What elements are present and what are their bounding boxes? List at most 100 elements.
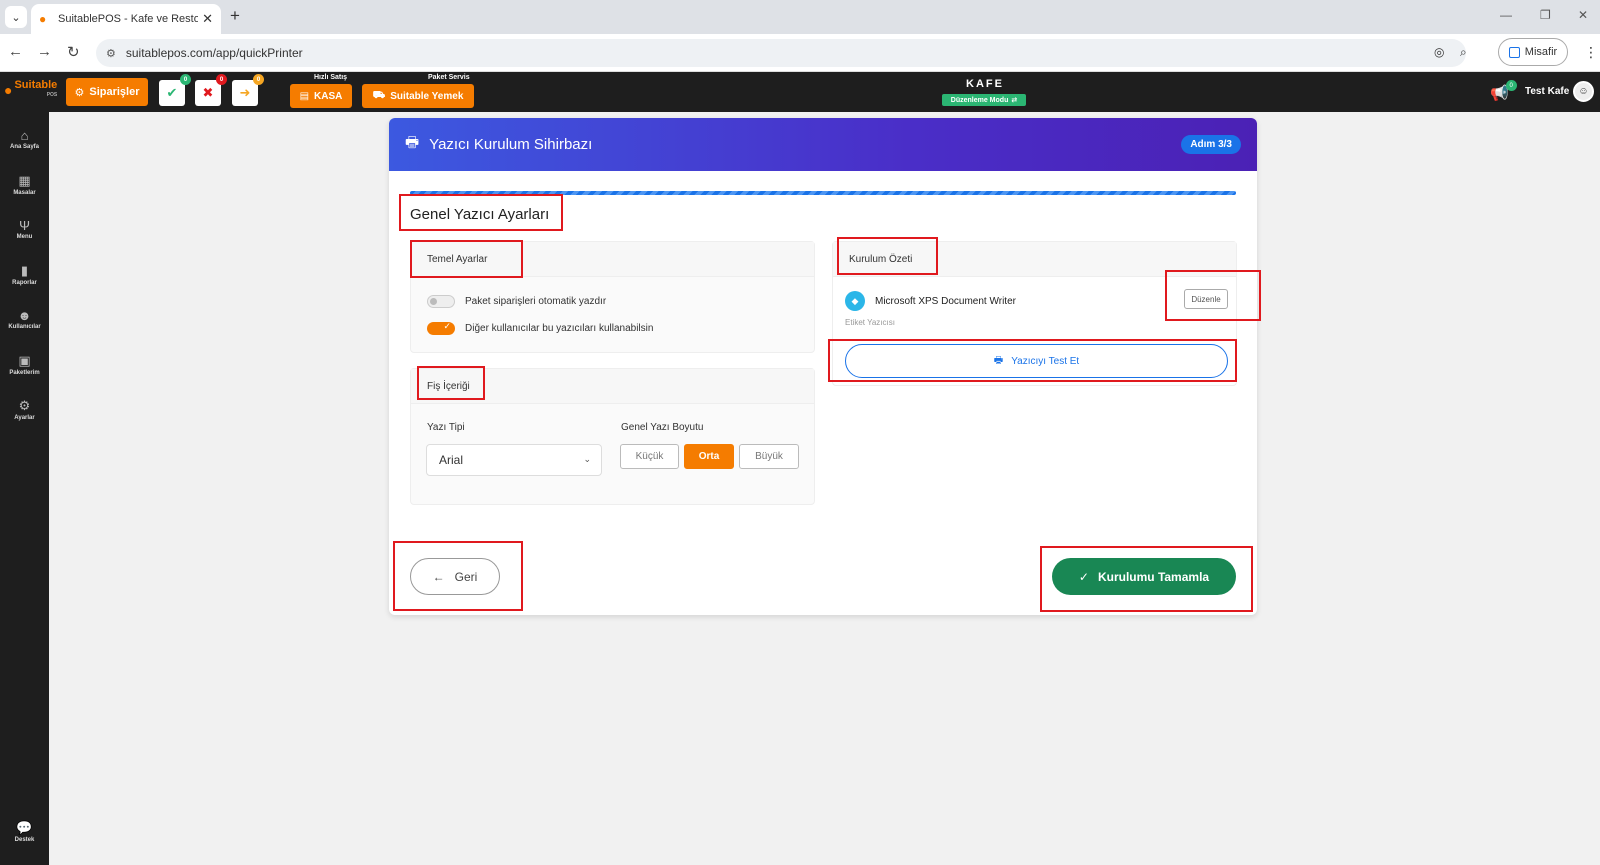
summary-printer-row: ◆ Microsoft XPS Document Writer — [845, 291, 1016, 311]
font-size-label: Genel Yazı Boyutu — [621, 422, 704, 433]
finish-setup-button[interactable]: ✓ Kurulumu Tamamla — [1052, 558, 1236, 595]
tab-title: SuitablePOS - Kafe ve Restoran — [58, 13, 198, 25]
suitable-yemek-button[interactable]: ⛟ Suitable Yemek — [362, 84, 474, 108]
shared-printers-label: Diğer kullanıcılar bu yazıcıları kullana… — [465, 323, 654, 334]
chevron-down-icon: ⌄ — [583, 454, 591, 464]
test-printer-button[interactable]: 🖶 Yazıcıyı Test Et — [845, 344, 1228, 378]
setup-summary-panel: Kurulum Özeti ◆ Microsoft XPS Document W… — [832, 241, 1237, 386]
announcements-button[interactable]: 📢 0 — [1490, 80, 1517, 102]
sidebar-item-label: Paketlerim — [9, 370, 40, 376]
sidebar-item-support[interactable]: 💬 Destek — [0, 820, 49, 843]
rejected-count-badge: 0 — [216, 74, 227, 85]
sidebar-item-label: Raporlar — [12, 280, 37, 286]
chevron-down-icon: ⌄ — [11, 11, 21, 24]
suitable-yemek-label: Suitable Yemek — [390, 90, 464, 102]
sidebar-item-settings[interactable]: ⚙ Ayarlar — [0, 398, 49, 421]
printer-type: Etiket Yazıcısı — [845, 318, 895, 327]
kasa-button[interactable]: ▤ KASA — [290, 84, 352, 108]
eye-off-icon[interactable]: ◎ — [1434, 45, 1444, 59]
user-name[interactable]: Test Kafe — [1525, 86, 1569, 97]
gift-icon: ▣ — [18, 353, 31, 368]
chat-icon: 💬 — [16, 820, 33, 835]
edit-button[interactable]: Düzenle — [1184, 289, 1228, 309]
browser-menu-icon[interactable]: ⋮ — [1584, 44, 1598, 61]
venue-title: KAFE — [966, 78, 1004, 90]
basic-settings-panel: Temel Ayarlar Paket siparişleri otomatik… — [410, 241, 815, 353]
reload-icon[interactable]: ↻ — [67, 43, 80, 61]
font-type-label: Yazı Tipi — [427, 422, 465, 433]
notify-count-badge: 0 — [1505, 80, 1517, 91]
check-icon: ✓ — [443, 321, 451, 331]
profile-button[interactable]: Misafir — [1498, 38, 1568, 66]
report-icon: ▮ — [20, 263, 29, 278]
browser-tab[interactable]: ● SuitablePOS - Kafe ve Restoran ✕ — [31, 4, 221, 34]
site-settings-icon[interactable]: ⚙ — [106, 47, 116, 60]
receipt-content-title: Fiş İçeriği — [411, 369, 814, 404]
x-icon: ✖ — [202, 85, 214, 100]
sidebar-item-users[interactable]: ☻ Kullanıcılar — [0, 308, 49, 330]
sidebar-item-label: Masalar — [13, 190, 36, 196]
auto-print-label: Paket siparişleri otomatik yazdır — [465, 296, 607, 307]
section-title: Genel Yazıcı Ayarları — [410, 206, 550, 223]
wizard-header: 🖶 Yazıcı Kurulum Sihirbazı Adım 3/3 — [389, 118, 1257, 171]
size-large-button[interactable]: Büyük — [739, 444, 799, 469]
avatar[interactable]: ☺ — [1573, 81, 1594, 102]
package-service-label: Paket Servis — [428, 74, 470, 81]
test-printer-label: Yazıcıyı Test Et — [1011, 355, 1080, 367]
profile-icon — [1508, 46, 1520, 58]
cogs-icon: ⚙ — [18, 398, 31, 413]
restore-icon[interactable]: ❐ — [1540, 8, 1551, 22]
forwarded-orders-button[interactable]: ➜ 0 — [232, 74, 264, 106]
font-type-select[interactable]: Arial ⌄ — [426, 444, 602, 476]
rejected-orders-button[interactable]: ✖ 0 — [195, 74, 227, 106]
sidebar-item-label: Kullanıcılar — [8, 324, 41, 330]
auto-print-toggle[interactable] — [427, 295, 455, 308]
shared-printers-toggle[interactable]: ✓ — [427, 321, 455, 335]
window-close-icon[interactable]: ✕ — [1578, 8, 1588, 22]
sidebar-item-reports[interactable]: ▮ Raporlar — [0, 263, 49, 286]
tab-search-button[interactable]: ⌄ — [5, 6, 27, 28]
sidebar-item-menu[interactable]: Ψ Menu — [0, 218, 49, 240]
gears-icon: ⚙ — [74, 86, 85, 99]
sidebar-item-packages[interactable]: ▣ Paketlerim — [0, 353, 49, 376]
tag-icon: ◆ — [845, 291, 865, 311]
app-logo[interactable]: ● Suitable POS — [4, 80, 57, 100]
cash-register-icon: ▤ — [299, 90, 310, 102]
favicon-pin-icon: ● — [39, 12, 47, 26]
browser-tabbar: ⌄ ● SuitablePOS - Kafe ve Restoran ✕ + —… — [0, 0, 1600, 34]
orders-button[interactable]: ⚙ Siparişler — [66, 78, 148, 106]
table-grid-icon: ▦ — [18, 173, 31, 188]
size-small-button[interactable]: Küçük — [620, 444, 679, 469]
zoom-icon[interactable]: ⌕ — [1460, 45, 1467, 60]
back-button[interactable]: ← Geri — [410, 558, 500, 595]
back-label: Geri — [454, 569, 478, 584]
printer-icon: 🖶 — [993, 354, 1004, 366]
shared-printers-toggle-row[interactable]: ✓ Diğer kullanıcılar bu yazıcıları kulla… — [427, 321, 654, 335]
sidebar-item-label: Destek — [14, 837, 35, 843]
receipt-content-panel: Fiş İçeriği Yazı Tipi Genel Yazı Boyutu — [410, 368, 815, 505]
app-topbar: ● Suitable POS ⚙ Siparişler ✔ 0 ✖ 0 ➜ 0 H… — [0, 72, 1600, 112]
approved-orders-button[interactable]: ✔ 0 — [159, 74, 191, 106]
address-bar-row: ← → ↻ ⚙ suitablepos.com/app/quickPrinter… — [0, 34, 1600, 72]
sidebar-item-tables[interactable]: ▦ Masalar — [0, 173, 49, 196]
kasa-label: KASA — [314, 90, 343, 102]
sidebar-item-label: Menu — [16, 234, 33, 240]
back-arrow-icon[interactable]: ← — [8, 43, 23, 60]
size-medium-button[interactable]: Orta — [684, 444, 734, 469]
user-icon: ☺ — [1578, 86, 1589, 97]
check-icon: ✔ — [166, 85, 178, 100]
forward-arrow-icon[interactable]: → — [37, 43, 52, 60]
arrow-left-icon: ← — [432, 569, 445, 584]
sidebar-item-home[interactable]: ⌂ Ana Sayfa — [0, 128, 49, 150]
url-text: suitablepos.com/app/quickPrinter — [125, 46, 303, 60]
printer-wizard-card: 🖶 Yazıcı Kurulum Sihirbazı Adım 3/3 Gene… — [389, 118, 1257, 615]
edit-mode-toggle[interactable]: Düzenleme Modu ⇄ — [942, 94, 1026, 106]
quick-sale-label: Hızlı Satış — [314, 74, 348, 81]
auto-print-toggle-row[interactable]: Paket siparişleri otomatik yazdır — [427, 295, 606, 308]
url-input[interactable]: ⚙ suitablepos.com/app/quickPrinter ◎ ⌕ — [96, 39, 1467, 67]
logo-pin-icon: ● — [4, 82, 13, 98]
close-icon[interactable]: ✕ — [202, 11, 213, 27]
new-tab-button[interactable]: + — [230, 6, 240, 26]
minimize-icon[interactable]: — — [1500, 8, 1512, 22]
sidebar: ⌂ Ana Sayfa ▦ Masalar Ψ Menu ▮ Raporlar ☻ Kul… — [0, 112, 49, 865]
